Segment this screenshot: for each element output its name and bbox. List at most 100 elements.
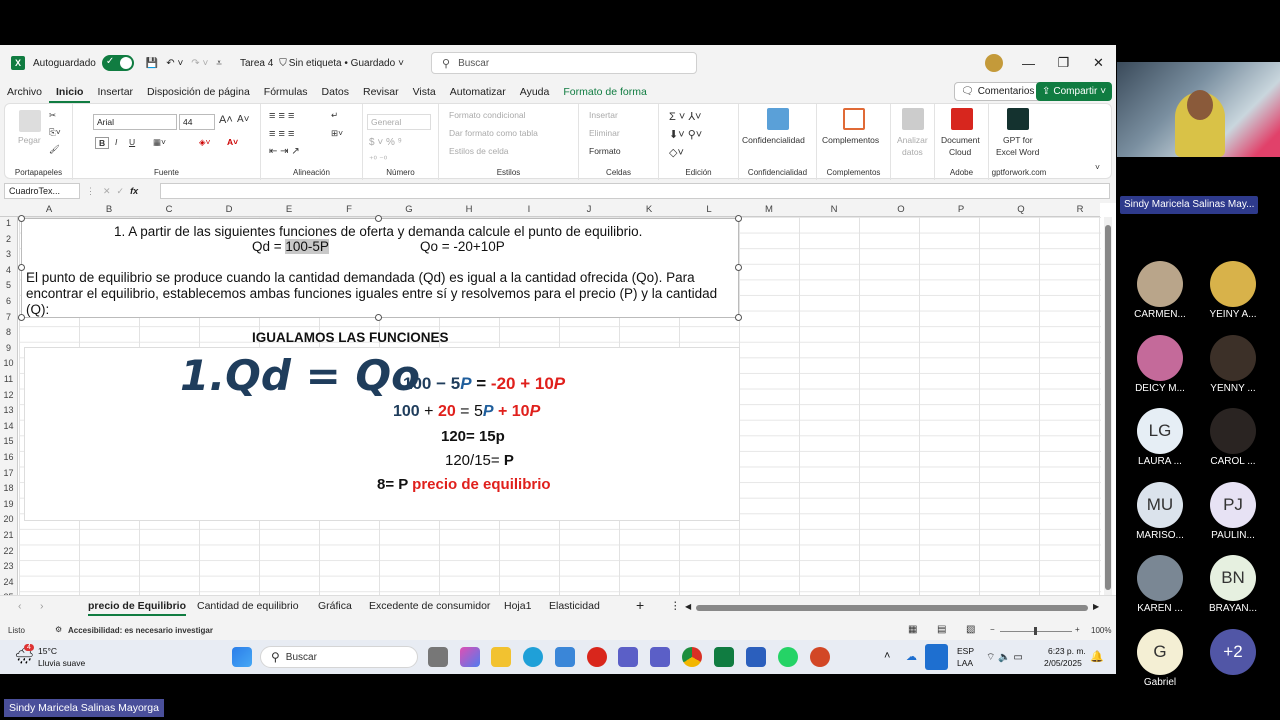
copilot-icon[interactable] xyxy=(460,647,480,667)
paste-label[interactable]: Pegar xyxy=(18,135,41,145)
row-header[interactable]: 5 xyxy=(0,280,17,290)
page-break-icon[interactable]: ▧ xyxy=(966,624,975,635)
col-header[interactable]: H xyxy=(439,204,499,215)
prev-sheet-icon[interactable]: ‹ xyxy=(18,600,22,612)
task-view-icon[interactable] xyxy=(428,647,448,667)
col-header[interactable]: E xyxy=(259,204,319,215)
bold-button[interactable]: B xyxy=(95,137,110,149)
participant-tile[interactable]: KAREN ... xyxy=(1125,555,1195,614)
underline-button[interactable]: U xyxy=(129,137,135,147)
row-header[interactable]: 24 xyxy=(0,577,17,587)
row-header[interactable]: 3 xyxy=(0,249,17,259)
accessibility-status[interactable]: Accesibilidad: es necesario investigar xyxy=(68,626,213,635)
name-box[interactable]: CuadroTex... xyxy=(4,183,80,199)
row-header[interactable]: 8 xyxy=(0,327,17,337)
microphone-icon[interactable] xyxy=(925,644,948,670)
gpt-label-1[interactable]: GPT for xyxy=(1003,135,1033,145)
close-icon[interactable]: ✕ xyxy=(1081,55,1116,71)
confidential-icon[interactable] xyxy=(767,108,789,130)
participant-tile[interactable]: +2 xyxy=(1198,628,1268,677)
participant-tile[interactable]: DEICY M... xyxy=(1125,334,1195,394)
adobe-label-1[interactable]: Document xyxy=(941,135,980,145)
autosave-toggle[interactable]: ✓ xyxy=(101,55,134,71)
increase-font-icon[interactable]: A˄ xyxy=(219,114,233,126)
cut-icon[interactable]: ✂ xyxy=(49,110,56,121)
row-header[interactable]: 14 xyxy=(0,421,17,431)
paste-icon[interactable] xyxy=(19,110,41,132)
analyze-label-2[interactable]: datos xyxy=(902,147,923,157)
file-explorer-icon[interactable] xyxy=(491,647,511,667)
resize-handle[interactable] xyxy=(18,264,25,271)
row-header[interactable]: 18 xyxy=(0,483,17,493)
copy-icon[interactable]: ⎘˅ xyxy=(49,127,61,138)
tab-formulas[interactable]: Fórmulas xyxy=(257,81,315,103)
share-button[interactable]: ⇪ Compartir ˅ xyxy=(1036,82,1113,101)
tab-formato-forma[interactable]: Formato de forma xyxy=(556,81,653,103)
autosum-icon[interactable]: Σ ˅ ⅄˅ xyxy=(669,110,701,123)
participant-tile[interactable]: PJ PAULIN... xyxy=(1198,481,1268,541)
col-header[interactable]: K xyxy=(619,204,679,215)
col-header[interactable]: R xyxy=(1050,204,1110,215)
zoom-in-icon[interactable]: + xyxy=(1075,625,1080,634)
col-header[interactable]: D xyxy=(199,204,259,215)
sheet-tab[interactable]: Excedente de consumidor xyxy=(369,600,490,612)
tab-inicio[interactable]: Inicio xyxy=(49,81,91,103)
weather-desc[interactable]: Lluvia suave xyxy=(38,658,85,668)
col-header[interactable]: N xyxy=(804,204,864,215)
indent-icon[interactable]: ⇤ ⇥ ↗ xyxy=(269,146,300,157)
chevron-down-icon[interactable]: ˅ xyxy=(398,58,404,69)
row-header[interactable]: 16 xyxy=(0,452,17,462)
participant-tile[interactable]: BN BRAYAN... xyxy=(1198,555,1268,614)
row-header[interactable]: 23 xyxy=(0,561,17,571)
italic-button[interactable]: I xyxy=(115,137,117,147)
cancel-icon[interactable]: ✕ xyxy=(103,186,111,197)
participant-tile[interactable]: YENNY ... xyxy=(1198,334,1268,394)
row-header[interactable]: 4 xyxy=(0,265,17,275)
file-name[interactable]: Tarea 4 xyxy=(240,58,273,69)
horizontal-scrollbar[interactable] xyxy=(696,605,1088,611)
align-top-icon[interactable]: ≡ ≡ ≡ xyxy=(269,110,294,122)
vertical-scrollbar[interactable] xyxy=(1104,217,1112,595)
tab-automatizar[interactable]: Automatizar xyxy=(443,81,513,103)
save-icon[interactable]: 💾 xyxy=(146,58,158,69)
row-header[interactable]: 17 xyxy=(0,468,17,478)
tab-vista[interactable]: Vista xyxy=(406,81,443,103)
font-size-select[interactable]: 44 xyxy=(179,114,215,130)
font-color-icon[interactable]: A˅ xyxy=(227,137,238,147)
insert-cells-button[interactable]: Insertar xyxy=(589,110,618,120)
language-1[interactable]: ESP xyxy=(957,646,974,656)
col-header[interactable]: Q xyxy=(991,204,1051,215)
adobe-label-2[interactable]: Cloud xyxy=(949,147,971,157)
resize-handle[interactable] xyxy=(18,314,25,321)
resize-handle[interactable] xyxy=(375,314,382,321)
restore-icon[interactable]: ❐ xyxy=(1046,55,1081,71)
col-header[interactable]: L xyxy=(679,204,739,215)
delete-cells-button[interactable]: Eliminar xyxy=(589,128,620,138)
currency-icon[interactable]: $ ˅ % ⁹ xyxy=(369,137,402,148)
search-box[interactable]: ⚲ Buscar xyxy=(431,52,697,74)
formula-input[interactable] xyxy=(160,183,1110,199)
addins-button[interactable]: Complementos xyxy=(822,135,879,145)
format-painter-icon[interactable]: 🖌 xyxy=(49,144,60,155)
resize-handle[interactable] xyxy=(18,215,25,222)
row-header[interactable]: 9 xyxy=(0,343,17,353)
resize-handle[interactable] xyxy=(735,264,742,271)
sheet-tab[interactable]: Cantidad de equilibrio xyxy=(197,600,299,612)
row-header[interactable]: 11 xyxy=(0,374,17,384)
adobe-pdf-icon[interactable] xyxy=(951,108,973,130)
col-header[interactable]: C xyxy=(139,204,199,215)
add-sheet-icon[interactable]: + xyxy=(636,597,644,613)
fill-color-icon[interactable]: ◈˅ xyxy=(199,137,211,148)
row-header[interactable]: 19 xyxy=(0,499,17,509)
row-header[interactable]: 1 xyxy=(0,218,17,228)
wifi-icon[interactable]: ⌔ 🔈 ▭ xyxy=(986,651,1023,664)
tab-datos[interactable]: Datos xyxy=(315,81,356,103)
participant-tile[interactable]: MU MARISO... xyxy=(1125,481,1195,541)
question-textbox[interactable]: 1. A partir de las siguientes funciones … xyxy=(18,215,742,321)
next-sheet-icon[interactable]: › xyxy=(40,600,44,612)
resize-handle[interactable] xyxy=(735,314,742,321)
zoom-out-icon[interactable]: − xyxy=(990,625,995,634)
confidential-button[interactable]: Confidencialidad xyxy=(742,135,805,145)
participant-tile[interactable]: G Gabriel xyxy=(1125,628,1195,688)
format-table-button[interactable]: Dar formato como tabla xyxy=(449,128,538,138)
